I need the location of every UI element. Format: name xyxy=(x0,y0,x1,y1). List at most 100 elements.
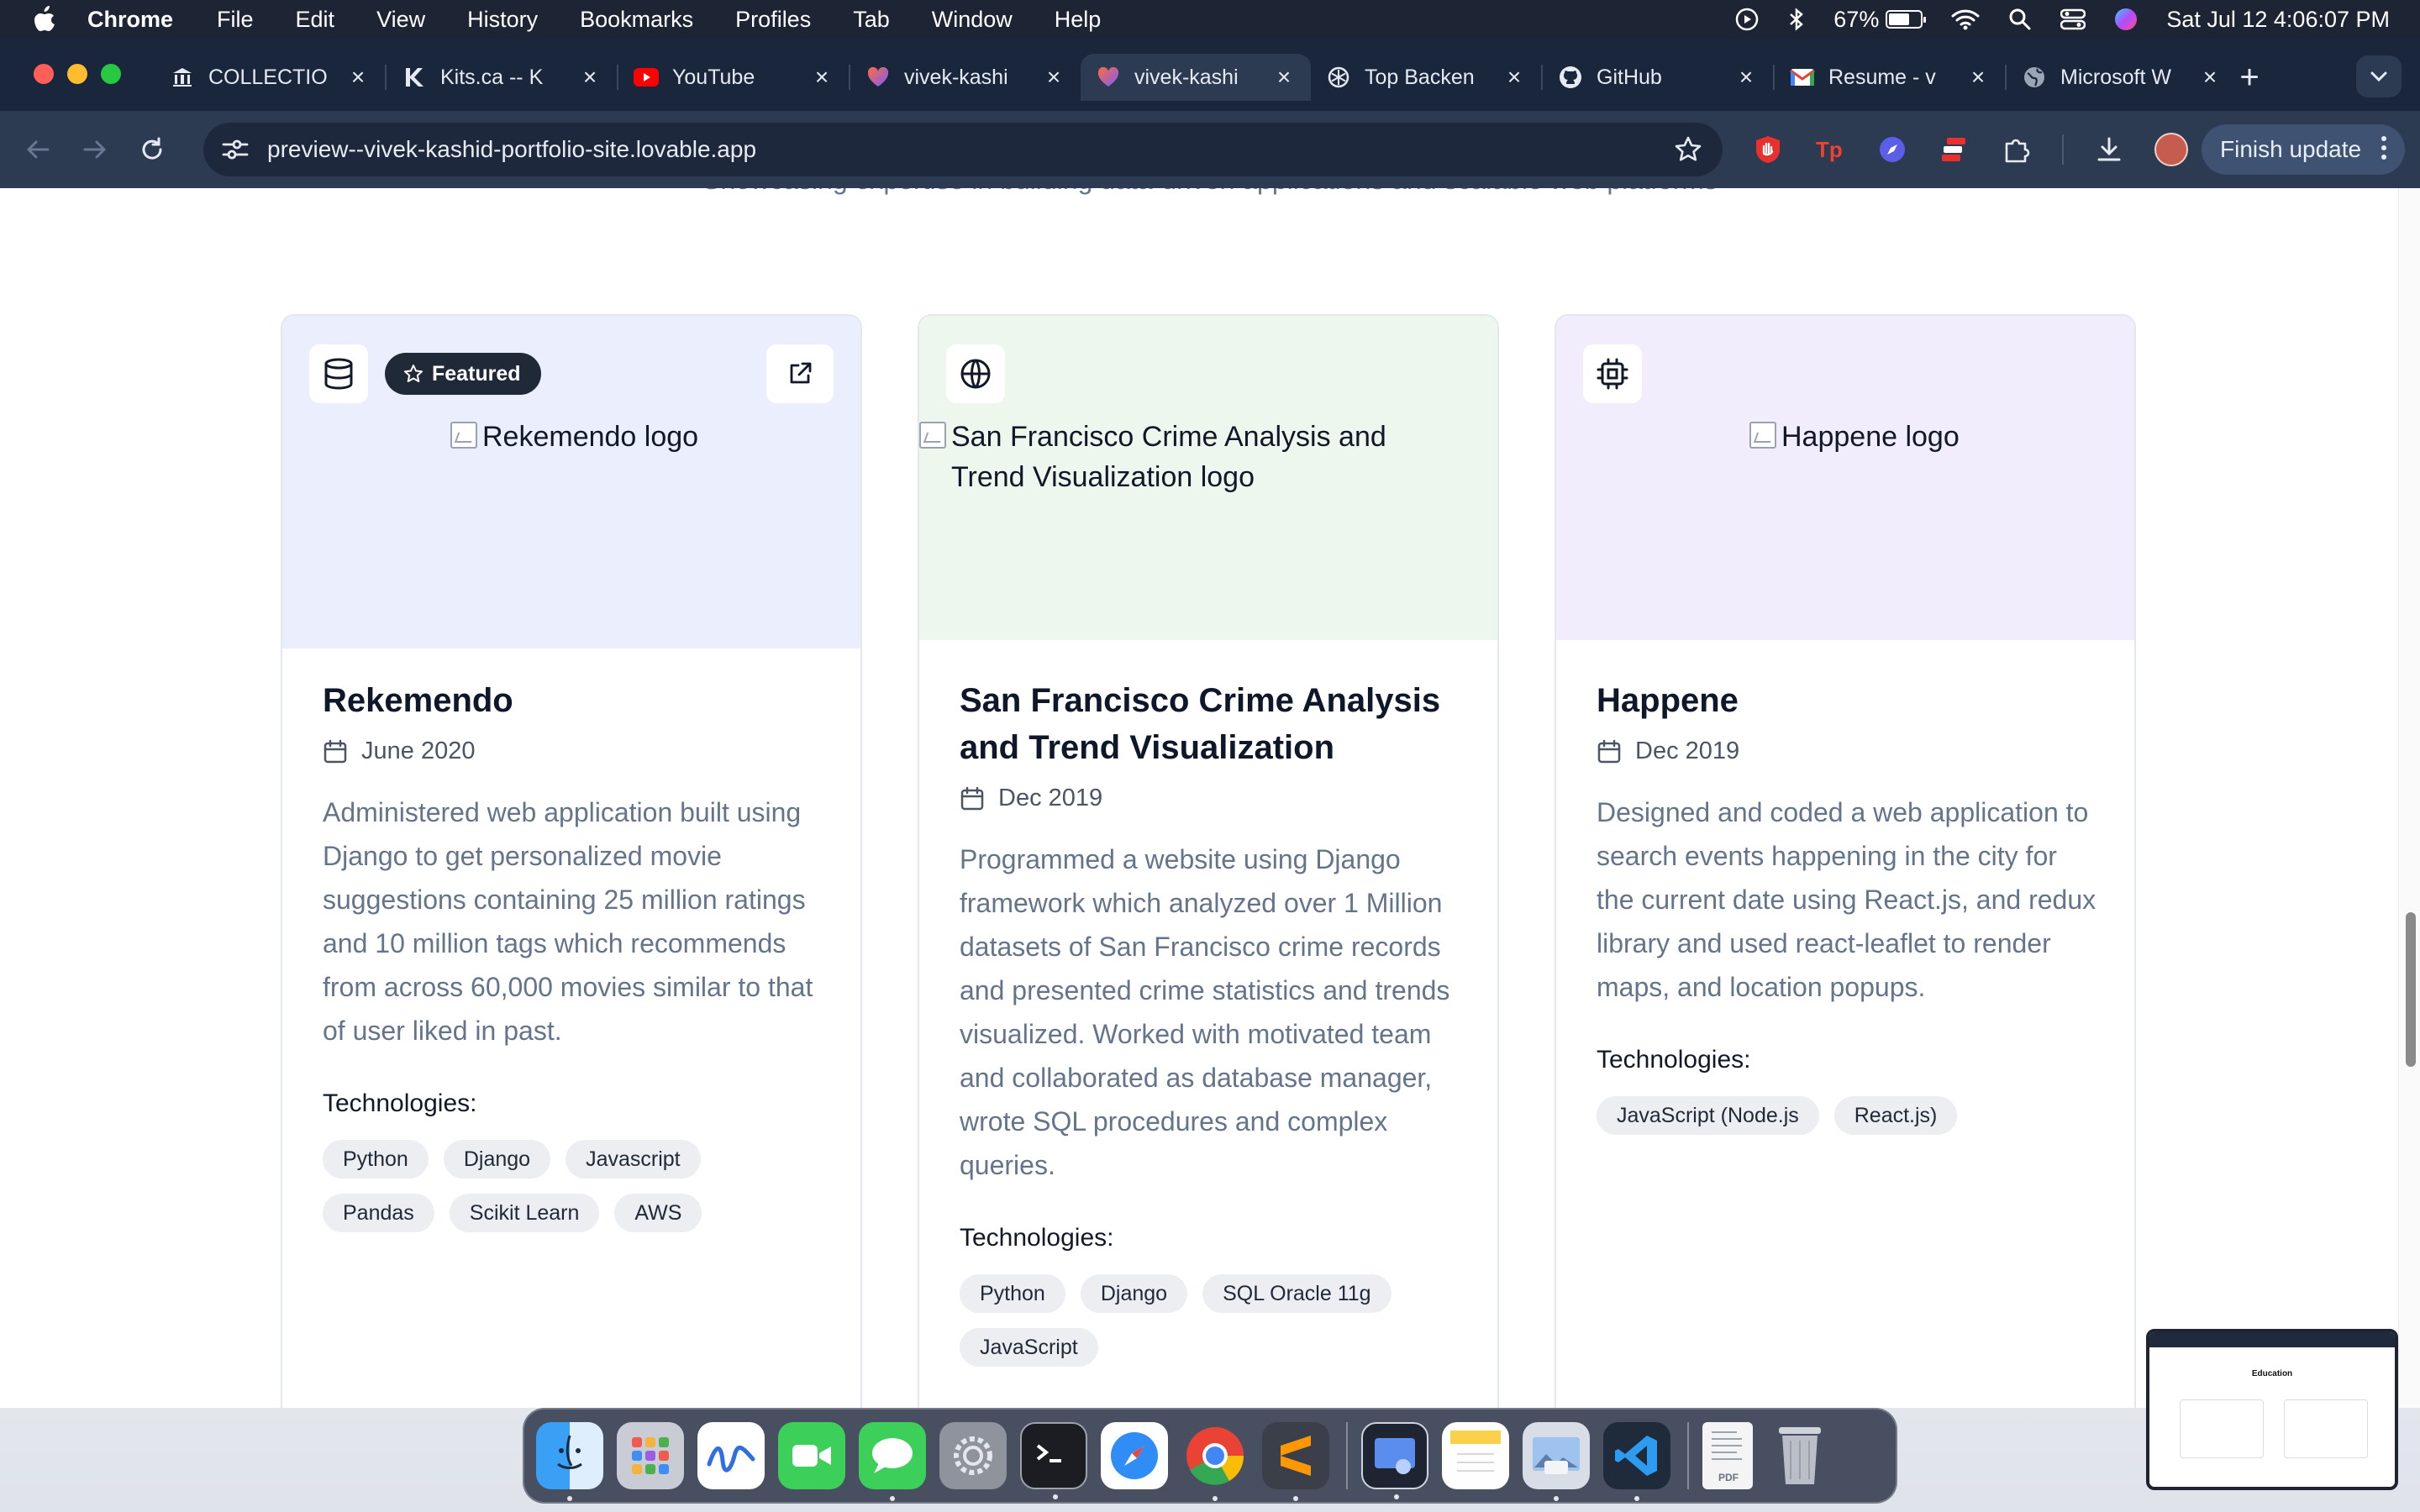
close-tab-icon[interactable]: × xyxy=(346,64,370,91)
dock-messages[interactable] xyxy=(859,1422,926,1501)
tab-youtube[interactable]: YouTube × xyxy=(618,54,849,101)
tab-kits[interactable]: Kits.ca -- K × xyxy=(387,54,617,101)
profile-avatar[interactable] xyxy=(2154,133,2188,166)
dock-facetime[interactable] xyxy=(778,1422,845,1489)
open-project-link-button[interactable] xyxy=(766,344,834,403)
project-logo-image: Happene logo xyxy=(1749,417,1960,457)
close-tab-icon[interactable]: × xyxy=(810,64,834,91)
apple-menu-icon[interactable] xyxy=(32,6,57,33)
tab-resume[interactable]: Resume - v × xyxy=(1775,54,2005,101)
messages-icon xyxy=(872,1438,913,1473)
tab-collection[interactable]: COLLECTIO × xyxy=(155,54,385,101)
bluetooth-icon[interactable] xyxy=(1788,7,1805,32)
project-icon-box xyxy=(1583,344,1642,403)
dock-trash[interactable] xyxy=(1766,1422,1833,1489)
featured-badge: Featured xyxy=(385,353,541,395)
spotlight-search-icon[interactable] xyxy=(2008,8,2032,31)
back-button[interactable] xyxy=(18,130,57,169)
menu-view[interactable]: View xyxy=(376,7,425,33)
menu-window[interactable]: Window xyxy=(932,7,1013,33)
tab-top-backend[interactable]: Top Backen × xyxy=(1311,54,1541,101)
tab-title: vivek-kashi xyxy=(1134,65,1239,89)
download-icon[interactable] xyxy=(2092,133,2126,166)
status-area: 67% Sat Jul 12 4:06:07 PM xyxy=(1734,0,2390,39)
dock-google-chrome[interactable] xyxy=(1181,1422,1249,1501)
menu-file[interactable]: File xyxy=(217,7,254,33)
dock-safari[interactable] xyxy=(1101,1422,1168,1489)
menu-tab[interactable]: Tab xyxy=(853,7,890,33)
close-tab-icon[interactable]: × xyxy=(578,64,602,91)
dock-freeform[interactable] xyxy=(697,1422,765,1489)
new-tab-button[interactable]: + xyxy=(2228,54,2270,101)
puzzle-extensions-icon[interactable] xyxy=(2000,133,2033,166)
menu-history[interactable]: History xyxy=(467,7,538,33)
broken-image-icon xyxy=(1749,422,1776,449)
database-icon xyxy=(324,358,353,390)
battery-status[interactable]: 67% xyxy=(1833,7,1927,33)
tab-microsoft[interactable]: Microsoft W × xyxy=(2007,54,2237,101)
site-settings-icon[interactable] xyxy=(222,138,255,161)
menu-edit[interactable]: Edit xyxy=(296,7,335,33)
tp-extension-icon[interactable]: Tp xyxy=(1813,133,1847,166)
url-text[interactable]: preview--vivek-kashid-portfolio-site.lov… xyxy=(267,136,1674,163)
tab-vivek-kashid-active[interactable]: vivek-kashi × xyxy=(1081,54,1311,101)
menu-bookmarks[interactable]: Bookmarks xyxy=(580,7,693,33)
tech-chip: Scikit Learn xyxy=(449,1194,600,1232)
close-window-button[interactable] xyxy=(34,64,54,84)
menu-help[interactable]: Help xyxy=(1055,7,1102,33)
menu-profiles[interactable]: Profiles xyxy=(735,7,811,33)
dock-notes[interactable] xyxy=(1442,1422,1509,1489)
close-tab-icon[interactable]: × xyxy=(1734,64,1758,91)
screen-recording-icon[interactable] xyxy=(1734,7,1760,32)
close-tab-icon[interactable]: × xyxy=(1966,64,1990,91)
tab-vivek-kashid-1[interactable]: vivek-kashi × xyxy=(850,54,1081,101)
globe-icon xyxy=(960,359,991,389)
control-center-icon[interactable] xyxy=(2060,8,2086,30)
zoom-window-button[interactable] xyxy=(101,64,121,84)
wifi-icon[interactable] xyxy=(1951,8,1980,30)
minimize-window-button[interactable] xyxy=(67,64,87,84)
address-bar[interactable]: preview--vivek-kashid-portfolio-site.lov… xyxy=(203,123,1723,176)
tab-search-button[interactable] xyxy=(2356,55,2402,97)
dock-visual-studio-code[interactable] xyxy=(1603,1422,1670,1501)
dock-sublime-text[interactable] xyxy=(1262,1422,1329,1501)
dock-terminal[interactable] xyxy=(1020,1422,1087,1499)
siri-icon[interactable] xyxy=(2114,8,2138,31)
globe-icon xyxy=(2022,65,2047,90)
toolbar-divider xyxy=(2062,134,2064,165)
trash-icon xyxy=(1779,1427,1821,1484)
close-tab-icon[interactable]: × xyxy=(1042,64,1065,91)
tab-github[interactable]: GitHub × xyxy=(1543,54,1773,101)
project-icon-box xyxy=(309,344,368,403)
forward-button[interactable] xyxy=(76,130,114,169)
screenshot-thumbnail[interactable]: Education xyxy=(2146,1329,2398,1490)
menubar-clock[interactable]: Sat Jul 12 4:06:07 PM xyxy=(2166,7,2390,33)
page-scrollbar[interactable] xyxy=(2398,188,2420,1408)
tech-chip: AWS xyxy=(614,1194,702,1232)
dock-preview-image[interactable] xyxy=(1523,1422,1590,1501)
close-tab-icon[interactable]: × xyxy=(2198,64,2222,91)
dock-preview[interactable] xyxy=(1361,1422,1428,1499)
preview-icon xyxy=(1375,1438,1415,1474)
close-tab-icon[interactable]: × xyxy=(1272,64,1296,91)
reload-button[interactable] xyxy=(133,130,171,169)
close-tab-icon[interactable]: × xyxy=(1502,64,1526,91)
stack-extension-icon[interactable] xyxy=(1938,133,1971,166)
launchpad-icon xyxy=(632,1437,669,1474)
bookmark-star-icon[interactable] xyxy=(1674,135,1702,164)
more-menu-icon[interactable] xyxy=(2381,136,2386,160)
scrollbar-thumb[interactable] xyxy=(2406,912,2416,1067)
museum-icon xyxy=(170,65,195,90)
finish-update-button[interactable]: Finish update xyxy=(2202,124,2405,175)
dock-pdf-document[interactable]: PDF xyxy=(1702,1422,1753,1489)
dock-launchpad[interactable] xyxy=(617,1422,684,1489)
dock-finder[interactable] xyxy=(536,1422,603,1501)
project-card-happene: Happene logo Happene Dec 2019 Designed a… xyxy=(1555,314,2136,1408)
menu-app-name[interactable]: Chrome xyxy=(87,7,173,33)
compass-extension-icon[interactable] xyxy=(1876,133,1909,166)
tab-title: GitHub xyxy=(1597,65,1662,89)
project-card-media: San Francisco Crime Analysis and Trend V… xyxy=(919,316,1497,640)
adblock-extension-icon[interactable] xyxy=(1751,133,1785,166)
dock-system-settings[interactable] xyxy=(939,1422,1007,1489)
pdf-document-icon: PDF xyxy=(1712,1431,1742,1483)
